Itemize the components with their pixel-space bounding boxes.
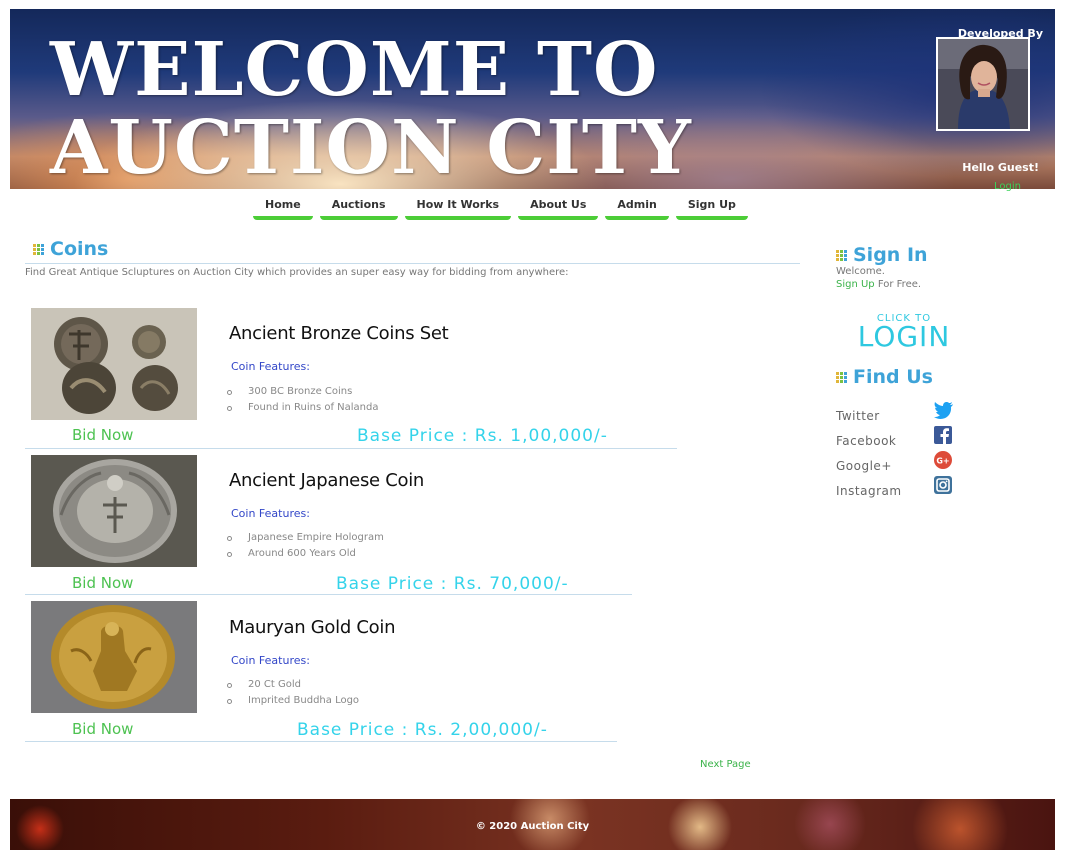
google-plus-icon[interactable]: G+ [934, 451, 952, 469]
svg-text:G+: G+ [936, 457, 949, 466]
feature-item: 20 Ct Gold [225, 677, 359, 693]
find-us-title: Find Us [853, 366, 933, 388]
nav-how-it-works[interactable]: How It Works [404, 195, 512, 220]
nav-auctions[interactable]: Auctions [319, 195, 398, 220]
grid-icon [33, 243, 44, 255]
login-label: LOGIN [857, 320, 951, 353]
coins-heading: Coins [33, 238, 108, 260]
social-instagram-label[interactable]: Instagram [836, 484, 902, 498]
signup-line: Sign Up For Free. [836, 279, 921, 290]
bid-now-button[interactable]: Bid Now [72, 574, 133, 592]
twitter-icon[interactable] [934, 401, 953, 419]
features-label: Coin Features: [231, 654, 310, 667]
base-price: Base Price : Rs. 1,00,000/- [357, 426, 608, 446]
header-banner: WELCOME TO AUCTION CITY Developed By Hel… [10, 9, 1055, 189]
divider [25, 594, 632, 595]
gold-coin-image [31, 601, 197, 713]
feature-item: Found in Ruins of Nalanda [225, 400, 379, 416]
feature-item: 300 BC Bronze Coins [225, 384, 379, 400]
click-to-login-button[interactable]: CLICK TO LOGIN [838, 313, 970, 353]
divider [25, 263, 800, 264]
item-title: Mauryan Gold Coin [229, 617, 396, 638]
nav-admin[interactable]: Admin [605, 195, 669, 220]
instagram-icon[interactable] [934, 476, 952, 494]
nav-about-us[interactable]: About Us [518, 195, 599, 220]
feature-item: Japanese Empire Hologram [225, 530, 384, 546]
signup-suffix: For Free. [874, 279, 922, 290]
bronze-coins-image [31, 308, 197, 420]
site-title-line2: AUCTION CITY [50, 105, 692, 191]
feature-item: Imprited Buddha Logo [225, 693, 359, 709]
site-title: WELCOME TO AUCTION CITY [50, 31, 692, 187]
sidebar-signup-link[interactable]: Sign Up [836, 279, 875, 290]
features-list: Japanese Empire Hologram Around 600 Year… [225, 530, 384, 562]
header-login-link[interactable]: Login [994, 181, 1021, 192]
main-nav: Home Auctions How It Works About Us Admi… [253, 195, 748, 220]
welcome-text: Welcome. [836, 266, 885, 277]
nav-sign-up[interactable]: Sign Up [675, 195, 748, 220]
grid-icon [836, 371, 847, 383]
social-twitter-label[interactable]: Twitter [836, 409, 880, 423]
features-label: Coin Features: [231, 360, 310, 373]
social-facebook-label[interactable]: Facebook [836, 434, 896, 448]
facebook-icon[interactable] [934, 426, 952, 444]
site-title-line1: WELCOME TO [50, 27, 659, 113]
greeting-text: Hello Guest! [962, 161, 1039, 174]
grid-icon [836, 249, 847, 261]
social-google-plus-label[interactable]: Google+ [836, 459, 892, 473]
bid-now-button[interactable]: Bid Now [72, 720, 133, 738]
japanese-coin-image [31, 455, 197, 567]
base-price: Base Price : Rs. 2,00,000/- [297, 720, 548, 740]
features-list: 300 BC Bronze Coins Found in Ruins of Na… [225, 384, 379, 416]
base-price: Base Price : Rs. 70,000/- [336, 574, 569, 594]
sign-in-heading: Sign In [836, 244, 928, 266]
footer: © 2020 Auction City [10, 799, 1055, 850]
divider [25, 741, 617, 742]
bid-now-button[interactable]: Bid Now [72, 426, 133, 444]
feature-item: Around 600 Years Old [225, 546, 384, 562]
features-label: Coin Features: [231, 507, 310, 520]
copyright-text: © 2020 Auction City [475, 821, 590, 832]
sign-in-title: Sign In [853, 244, 928, 266]
item-title: Ancient Japanese Coin [229, 470, 425, 491]
divider [25, 448, 677, 449]
coins-intro: Find Great Antique Scluptures on Auction… [25, 267, 569, 278]
item-title: Ancient Bronze Coins Set [229, 323, 449, 344]
coins-title: Coins [50, 238, 109, 260]
find-us-heading: Find Us [836, 366, 933, 388]
features-list: 20 Ct Gold Imprited Buddha Logo [225, 677, 359, 709]
next-page-link[interactable]: Next Page [700, 759, 751, 770]
developer-avatar [936, 37, 1030, 131]
nav-home[interactable]: Home [253, 195, 313, 220]
